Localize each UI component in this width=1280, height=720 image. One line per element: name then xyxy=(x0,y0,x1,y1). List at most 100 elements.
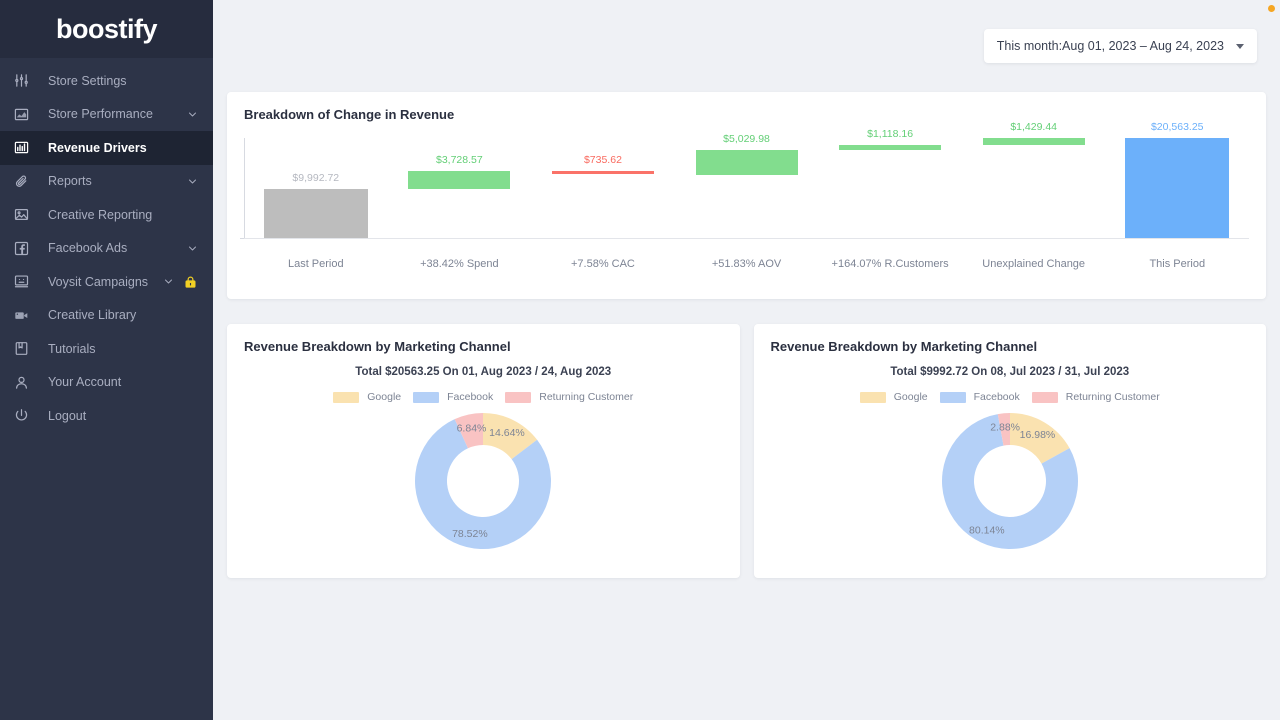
waterfall-category-label: Last Period xyxy=(287,258,344,270)
donut-title-previous: Revenue Breakdown by Marketing Channel xyxy=(770,339,1038,354)
sidebar-item-tutorials[interactable]: Tutorials xyxy=(0,332,213,366)
app-root: boostify Store Settings Store Performance… xyxy=(0,0,1280,720)
user-icon xyxy=(14,375,36,390)
notification-dot xyxy=(1268,5,1275,12)
waterfall-bar-group: $735.62 xyxy=(531,138,675,238)
donut-title-current: Revenue Breakdown by Marketing Channel xyxy=(244,339,511,354)
waterfall-category-label: +7.58% CAC xyxy=(570,258,635,270)
legend-item[interactable]: Returning Customer xyxy=(505,391,633,403)
donut-value-label: 16.98% xyxy=(1019,429,1055,441)
legend-item[interactable]: Google xyxy=(333,391,401,403)
legend-swatch xyxy=(1031,391,1058,403)
sidebar-item-label: Store Settings xyxy=(48,73,127,88)
legend-item[interactable]: Facebook xyxy=(939,391,1020,403)
legend-label: Google xyxy=(367,391,402,403)
brand-name: boostify xyxy=(56,13,158,44)
donut-legend-previous: Google Facebook Returning Customer xyxy=(754,391,1267,403)
waterfall-bar-group: $20,563.25 xyxy=(1105,121,1249,238)
sidebar-item-revenue-drivers[interactable]: Revenue Drivers xyxy=(0,131,213,165)
sidebar-item-your-account[interactable]: Your Account xyxy=(0,366,213,400)
sidebar-item-store-settings[interactable]: Store Settings xyxy=(0,64,213,98)
date-range-label: This month:Aug 01, 2023 – Aug 24, 2023 xyxy=(996,39,1224,53)
waterfall-bar[interactable] xyxy=(408,171,511,190)
sidebar-item-label: Creative Reporting xyxy=(48,207,153,222)
legend-swatch xyxy=(505,391,532,403)
chevron-down-icon[interactable] xyxy=(185,176,199,187)
waterfall-value-label: $9,992.72 xyxy=(292,172,340,185)
sidebar-item-label: Logout xyxy=(48,408,87,423)
sidebar-item-voysit-campaigns[interactable]: Voysit Campaigns xyxy=(0,265,213,299)
donut-value-label: 6.84% xyxy=(457,423,487,435)
legend-item[interactable]: Facebook xyxy=(413,391,493,403)
waterfall-bar[interactable] xyxy=(1125,138,1230,238)
sidebar-item-creative-reporting[interactable]: Creative Reporting xyxy=(0,198,213,232)
waterfall-bar-group: $3,728.57 xyxy=(388,138,532,238)
sliders-icon xyxy=(14,73,36,88)
legend-swatch xyxy=(333,391,360,403)
waterfall-plot: $9,992.72 $3,728.57 $735.62 $5,029.98 $1,118… xyxy=(240,121,1249,248)
legend-label: Facebook xyxy=(973,391,1020,403)
main-content: This month:Aug 01, 2023 – Aug 24, 2023 B… xyxy=(213,0,1280,720)
book-icon xyxy=(14,341,36,356)
donut-chart-previous: 16.98% 80.14% 2.88% xyxy=(754,411,1267,551)
sidebar-item-creative-library[interactable]: Creative Library xyxy=(0,299,213,333)
donut-value-label: 14.64% xyxy=(489,427,525,439)
legend-item[interactable]: Google xyxy=(859,391,928,403)
revenue-change-title: Breakdown of Change in Revenue xyxy=(244,107,455,122)
chevron-down-icon[interactable] xyxy=(185,109,199,120)
waterfall-category-label: +51.83% AOV xyxy=(711,258,782,270)
donut-row: Revenue Breakdown by Marketing Channel T… xyxy=(227,324,1266,578)
waterfall-category-labels: Last Period +38.42% Spend +7.58% CAC +51.83… xyxy=(244,258,1249,270)
date-range-picker[interactable]: This month:Aug 01, 2023 – Aug 24, 2023 xyxy=(983,29,1257,63)
donut-value-label: 78.52% xyxy=(452,528,488,540)
waterfall-value-label: $735.62 xyxy=(583,154,622,167)
donut-chart-current: 14.64% 78.52% 6.84% xyxy=(227,411,740,551)
waterfall-category-label: +38.42% Spend xyxy=(420,258,499,270)
waterfall-bars: $9,992.72 $3,728.57 $735.62 $5,029.98 $1,118… xyxy=(244,121,1249,238)
image-icon xyxy=(14,207,36,222)
legend-swatch xyxy=(939,391,966,403)
sidebar-item-reports[interactable]: Reports xyxy=(0,165,213,199)
waterfall-value-label: $3,728.57 xyxy=(436,154,483,167)
sidebar-item-label: Reports xyxy=(48,174,92,189)
lock-icon xyxy=(181,275,199,289)
topbar: This month:Aug 01, 2023 – Aug 24, 2023 xyxy=(227,0,1266,92)
sidebar-item-label: Your Account xyxy=(48,375,122,390)
revenue-breakdown-card-current: Revenue Breakdown by Marketing Channel T… xyxy=(227,324,740,578)
sidebar-item-logout[interactable]: Logout xyxy=(0,399,213,433)
waterfall-bar[interactable] xyxy=(263,189,368,238)
legend-label: Returning Customer xyxy=(539,391,634,403)
waterfall-category-label: +164.07% R.Customers xyxy=(831,258,949,270)
legend-label: Google xyxy=(893,391,928,403)
legend-item[interactable]: Returning Customer xyxy=(1031,391,1160,403)
monitor-icon xyxy=(14,274,36,289)
sidebar-item-label: Store Performance xyxy=(48,107,153,122)
donut-value-label: 80.14% xyxy=(969,524,1005,536)
brand-logo[interactable]: boostify xyxy=(0,0,213,58)
sidebar-item-label: Revenue Drivers xyxy=(48,140,147,155)
donut-value-label: 2.88% xyxy=(990,422,1020,434)
power-icon xyxy=(14,408,36,423)
sidebar-item-facebook-ads[interactable]: Facebook Ads xyxy=(0,232,213,266)
legend-label: Returning Customer xyxy=(1065,391,1160,403)
waterfall-bar-group: $5,029.98 xyxy=(675,133,819,238)
donut-subtitle-previous: Total $9992.72 On 08, Jul 2023 / 31, Jul… xyxy=(890,366,1130,378)
sidebar-item-label: Tutorials xyxy=(48,341,96,356)
waterfall-bar[interactable] xyxy=(551,171,654,175)
waterfall-bar[interactable] xyxy=(982,138,1085,145)
sidebar-nav: Store Settings Store Performance Revenue D… xyxy=(0,58,213,433)
facebook-icon xyxy=(14,241,36,256)
waterfall-value-label: $1,429.44 xyxy=(1010,121,1058,133)
sidebar-item-store-performance[interactable]: Store Performance xyxy=(0,98,213,132)
waterfall-bar[interactable] xyxy=(839,144,942,151)
waterfall-bar-group: $1,429.44 xyxy=(962,121,1106,238)
chevron-down-icon[interactable] xyxy=(161,276,175,287)
waterfall-bar-group: $9,992.72 xyxy=(244,138,388,238)
chevron-down-icon[interactable] xyxy=(185,243,199,254)
revenue-breakdown-card-previous: Revenue Breakdown by Marketing Channel T… xyxy=(753,324,1267,578)
waterfall-bar[interactable] xyxy=(695,150,798,175)
donut-subtitle-current: Total $20563.25 On 01, Aug 2023 / 24, Au… xyxy=(355,366,612,378)
legend-label: Facebook xyxy=(447,391,494,403)
paperclip-icon xyxy=(14,174,36,189)
bar-chart-icon xyxy=(14,140,36,155)
